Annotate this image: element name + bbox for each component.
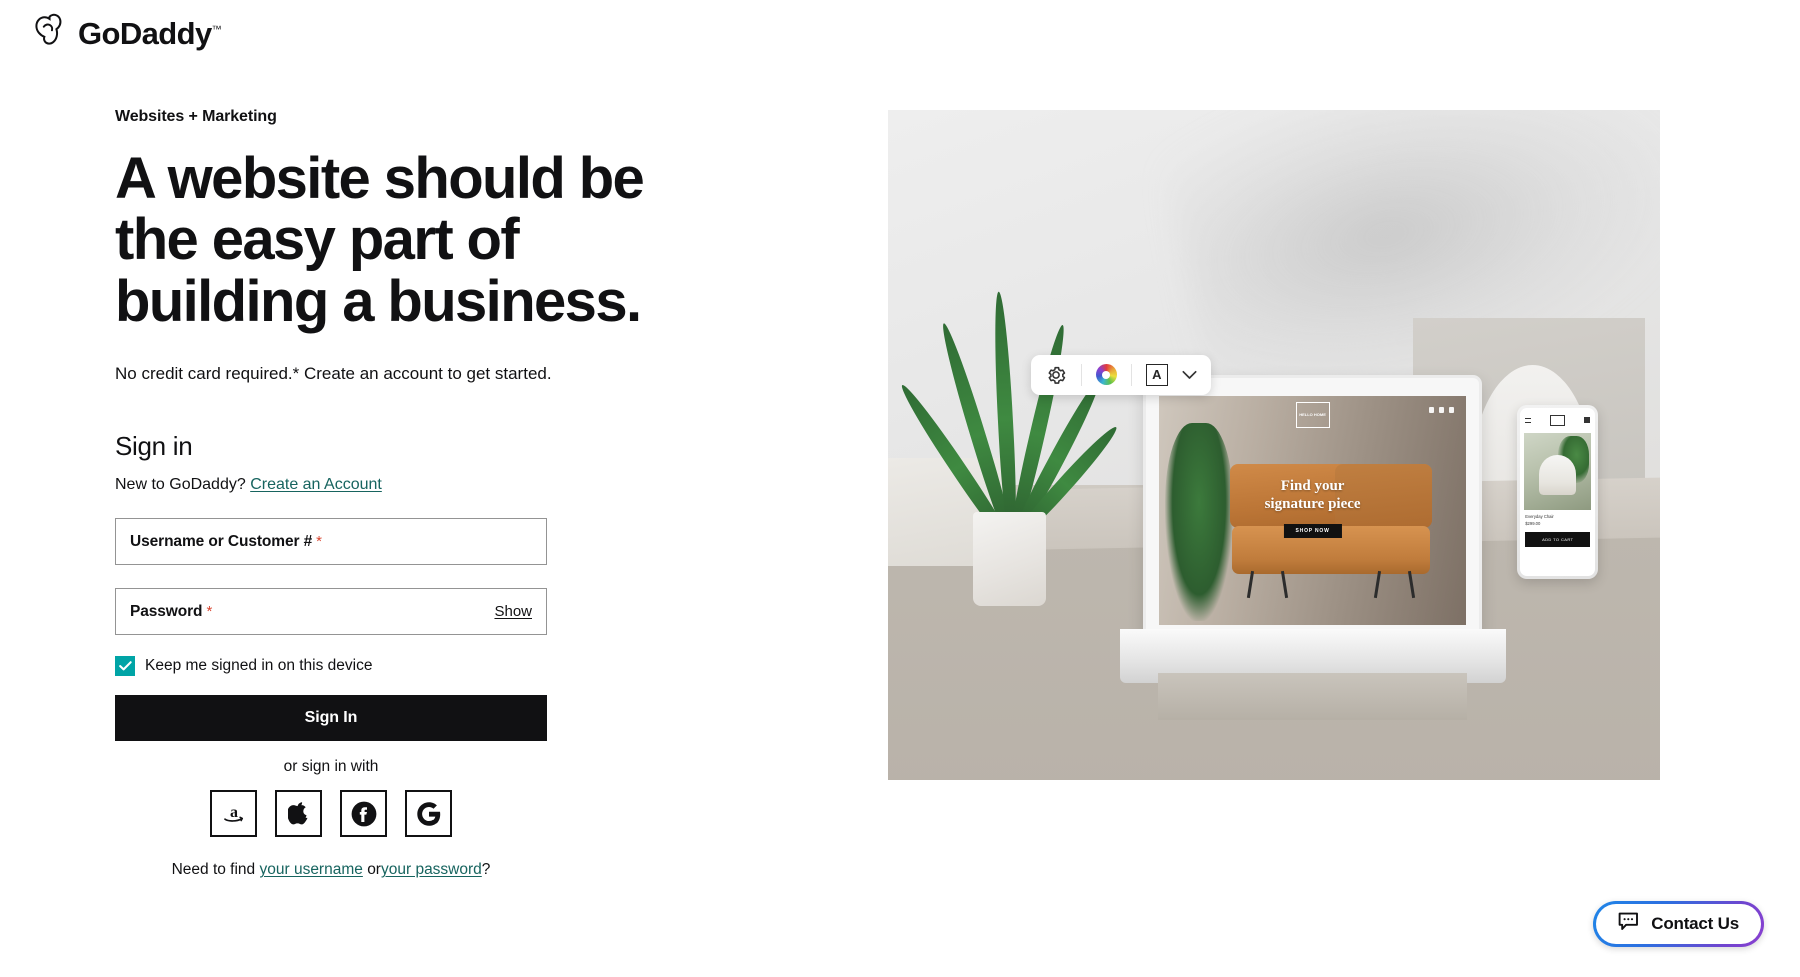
eyebrow-label: Websites + Marketing — [115, 108, 277, 125]
svg-text:a: a — [230, 804, 238, 821]
color-wheel-icon — [1095, 364, 1117, 386]
signin-page: GoDaddy™ Websites + Marketing A website … — [0, 0, 1800, 977]
hero-phone: Everyday Chair $299.00 ADD TO CART — [1517, 404, 1599, 579]
signin-with-amazon-button[interactable]: a — [210, 790, 257, 838]
find-prefix-text: Need to find — [171, 861, 256, 879]
phone-site-product-image — [1524, 433, 1592, 511]
laptop-site-headline-line1: Find your — [1280, 478, 1345, 495]
phone-site-product-price: $299.00 — [1525, 520, 1541, 526]
hamburger-menu-icon — [1525, 417, 1532, 423]
laptop-site-logo: HELLO HOME — [1295, 402, 1330, 429]
contact-us-label: Contact Us — [1651, 914, 1739, 933]
godaddy-wordmark: GoDaddy™ — [78, 15, 222, 51]
username-label: Username or Customer # — [130, 532, 313, 550]
gear-icon — [1045, 364, 1067, 386]
hero-laptop-riser — [1158, 672, 1467, 720]
hero-image: HELLO HOME Find your signature piece SHO… — [888, 110, 1660, 780]
password-required-asterisk: * — [206, 603, 213, 621]
laptop-site-headline: Find your signature piece — [1159, 478, 1466, 513]
google-icon — [416, 801, 442, 827]
trademark-symbol: ™ — [211, 24, 222, 36]
laptop-site-header-icons — [1428, 406, 1454, 413]
show-password-toggle[interactable]: Show — [494, 603, 532, 620]
create-account-link[interactable]: Create an Account — [250, 476, 382, 493]
phone-site-add-to-cart: ADD TO CART — [1525, 531, 1591, 547]
find-username-link[interactable]: your username — [259, 861, 362, 878]
subheadline: No credit card required.* Create an acco… — [115, 364, 552, 384]
hero-laptop-screen: HELLO HOME Find your signature piece SHO… — [1159, 395, 1467, 626]
godaddy-logo[interactable]: GoDaddy™ — [30, 13, 222, 51]
find-password-link[interactable]: your password — [381, 861, 482, 878]
keep-signed-in-checkbox[interactable] — [115, 656, 135, 677]
signin-heading: Sign in — [115, 431, 193, 462]
signin-with-apple-button[interactable] — [275, 790, 322, 838]
hero-laptop: HELLO HOME Find your signature piece SHO… — [1142, 374, 1483, 636]
signin-with-google-button[interactable] — [405, 790, 452, 838]
or-sign-in-with-label: or sign in with — [283, 758, 379, 776]
hero-plant-pot — [972, 512, 1047, 606]
new-to-godaddy-row: New to GoDaddy? Create an Account — [115, 476, 675, 494]
chevron-down-icon — [1182, 370, 1197, 380]
username-required-asterisk: * — [316, 533, 322, 551]
phone-site-product-meta: Everyday Chair $299.00 — [1520, 510, 1595, 529]
phone-site-header — [1520, 408, 1595, 433]
contact-us-button[interactable]: Contact Us — [1593, 901, 1764, 947]
chat-bubble-icon — [1618, 912, 1640, 937]
keep-signed-in-row[interactable]: Keep me signed in on this device — [115, 656, 547, 677]
godaddy-heart-logo-icon — [30, 13, 68, 51]
laptop-site-cta: SHOP NOW — [1283, 524, 1342, 539]
phone-site-logo — [1550, 414, 1566, 426]
new-to-godaddy-text: New to GoDaddy? — [115, 476, 246, 494]
signin-form: Username or Customer # * Password * Show… — [115, 518, 547, 879]
hero-plant-leaves — [895, 291, 1122, 554]
left-column: Websites + Marketing A website should be… — [115, 108, 675, 879]
cart-icon — [1584, 417, 1591, 424]
find-middle-text: or — [367, 861, 381, 879]
check-icon — [118, 661, 132, 671]
keep-signed-in-label: Keep me signed in on this device — [145, 657, 373, 675]
username-field[interactable]: Username or Customer # * — [115, 518, 547, 566]
amazon-icon: a — [221, 803, 247, 825]
password-field[interactable]: Password * Show — [115, 588, 547, 636]
social-signin-row: a — [115, 790, 547, 838]
find-suffix-text: ? — [481, 861, 491, 879]
hero-phone-screen: Everyday Chair $299.00 ADD TO CART — [1520, 407, 1596, 576]
laptop-site-plant — [1165, 423, 1233, 621]
letter-a-box-icon: A — [1145, 363, 1168, 386]
facebook-icon — [351, 801, 377, 827]
laptop-site-headline-line2: signature piece — [1264, 495, 1361, 512]
hero-editor-toolbar: A — [1030, 354, 1211, 395]
password-label: Password — [130, 602, 203, 620]
signin-with-facebook-button[interactable] — [340, 790, 387, 838]
page-title: A website should be the easy part of bui… — [115, 146, 645, 334]
find-credentials-row: Need to find your username oryour passwo… — [115, 861, 547, 879]
signin-button[interactable]: Sign In — [115, 695, 547, 742]
apple-icon — [287, 801, 310, 826]
